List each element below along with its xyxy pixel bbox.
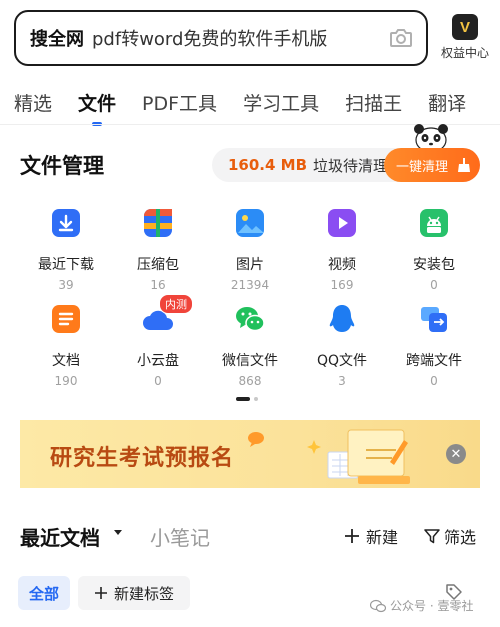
watermark-text: 公众号 · 壹零社: [390, 599, 474, 613]
category-installers[interactable]: 安装包 0: [389, 206, 479, 292]
category-count: 190: [54, 374, 78, 388]
tab-notes[interactable]: 小笔记: [150, 522, 210, 551]
top-tabs: 精选 文件 PDF工具 学习工具 扫描王 翻译: [0, 82, 500, 126]
chip-new-tag-label: 新建标签: [113, 584, 174, 603]
tab-scanner[interactable]: 扫描王: [345, 89, 402, 116]
caret-down-icon[interactable]: [114, 530, 122, 535]
category-label: 压缩包: [137, 257, 179, 273]
tab-files[interactable]: 文件: [78, 89, 117, 126]
search-bar[interactable]: 搜全网 pdf转word免费的软件手机版: [14, 10, 428, 66]
category-count: 0: [430, 278, 438, 292]
rights-center-button[interactable]: V 权益中心: [434, 12, 496, 66]
category-count: 39: [58, 278, 74, 292]
category-mini-cloud[interactable]: 内测 小云盘 0: [113, 294, 203, 388]
category-count: 0: [154, 374, 162, 388]
category-count: 16: [150, 278, 166, 292]
speech-bubble-icon: [248, 432, 264, 447]
rights-center-label: 权益中心: [440, 46, 489, 60]
junk-size: 160.4 MB: [228, 156, 308, 174]
tab-pdf-tools[interactable]: PDF工具: [142, 89, 217, 116]
one-click-clean-button[interactable]: 一键清理: [384, 148, 480, 182]
chip-all-label: 全部: [28, 584, 59, 603]
exam-illustration-icon: [307, 429, 410, 484]
category-archives[interactable]: 压缩包 16: [113, 206, 203, 292]
category-label: 最近下载: [38, 257, 94, 273]
camera-icon[interactable]: [388, 25, 414, 51]
category-images[interactable]: 图片 21394: [205, 206, 295, 292]
plus-icon: [94, 587, 107, 599]
banner-close-button[interactable]: ✕: [446, 444, 466, 464]
category-wechat-files[interactable]: 微信文件 868: [205, 302, 295, 388]
tab-files-label: 文件: [78, 92, 117, 115]
broom-icon: [458, 158, 470, 172]
tab-translate[interactable]: 翻译: [428, 89, 466, 116]
category-label: 跨端文件: [406, 353, 462, 369]
download-icon: [52, 209, 80, 237]
new-button-label: 新建: [366, 528, 399, 547]
category-label: 微信文件: [222, 353, 278, 369]
cloud-icon-wrap: 内测: [141, 294, 193, 336]
tabs-fade: [476, 82, 500, 122]
page-dot-active: [236, 397, 250, 401]
tab-featured[interactable]: 精选: [14, 89, 52, 116]
document-icon: [52, 305, 80, 333]
clean-button-label: 一键清理: [396, 159, 449, 175]
close-icon: ✕: [450, 446, 462, 462]
vip-icon: V: [452, 14, 478, 40]
category-count: 169: [330, 278, 354, 292]
category-label: 小云盘: [137, 353, 179, 369]
chip-all[interactable]: 全部: [18, 576, 70, 610]
category-videos[interactable]: 视频 169: [297, 206, 387, 292]
new-button[interactable]: 新建: [344, 524, 398, 548]
category-count: 0: [430, 374, 438, 388]
category-count: 3: [338, 374, 346, 388]
category-count: 21394: [230, 278, 270, 292]
watermark: 公众号 · 壹零社: [370, 597, 473, 614]
category-label: 视频: [328, 257, 356, 273]
qq-icon: [329, 305, 355, 332]
category-count: 868: [238, 374, 262, 388]
file-management-title: 文件管理: [20, 154, 104, 178]
category-label: 文档: [52, 353, 80, 369]
tab-study-tools[interactable]: 学习工具: [243, 89, 319, 116]
category-documents[interactable]: 文档 190: [21, 302, 111, 388]
search-input[interactable]: pdf转word免费的软件手机版: [92, 25, 382, 51]
category-label: QQ文件: [316, 353, 368, 369]
android-icon: [420, 209, 448, 237]
promo-banner[interactable]: 研究生考试预报名 ✕: [20, 420, 480, 488]
wechat-mark-icon: [370, 599, 386, 612]
category-cross-device[interactable]: 跨端文件 0: [389, 302, 479, 388]
category-label: 安装包: [413, 257, 455, 273]
search-brand-label: 搜全网: [30, 29, 84, 50]
beta-badge: 内测: [159, 294, 193, 314]
page-indicator: [236, 397, 258, 401]
category-label: 图片: [236, 257, 264, 273]
filter-icon: [424, 529, 440, 544]
video-icon: [328, 209, 356, 237]
panda-icon: [414, 124, 448, 152]
category-recent-downloads[interactable]: 最近下载 39: [21, 206, 111, 292]
tab-recent-documents[interactable]: 最近文档: [20, 522, 100, 551]
archive-icon: [144, 209, 172, 237]
junk-text: 垃圾待清理: [313, 156, 389, 175]
filter-button[interactable]: 筛选: [424, 524, 476, 548]
image-icon: [236, 209, 264, 237]
vip-badge-letter: V: [459, 18, 470, 36]
category-qq-files[interactable]: QQ文件 3: [297, 302, 387, 388]
page-dot: [254, 397, 258, 401]
wechat-icon: [236, 307, 265, 332]
filter-button-label: 筛选: [444, 528, 477, 547]
chip-new-tag[interactable]: 新建标签: [78, 576, 190, 610]
banner-text: 研究生考试预报名: [50, 446, 235, 471]
plus-icon: [345, 529, 359, 543]
cross-device-icon: [421, 307, 447, 332]
